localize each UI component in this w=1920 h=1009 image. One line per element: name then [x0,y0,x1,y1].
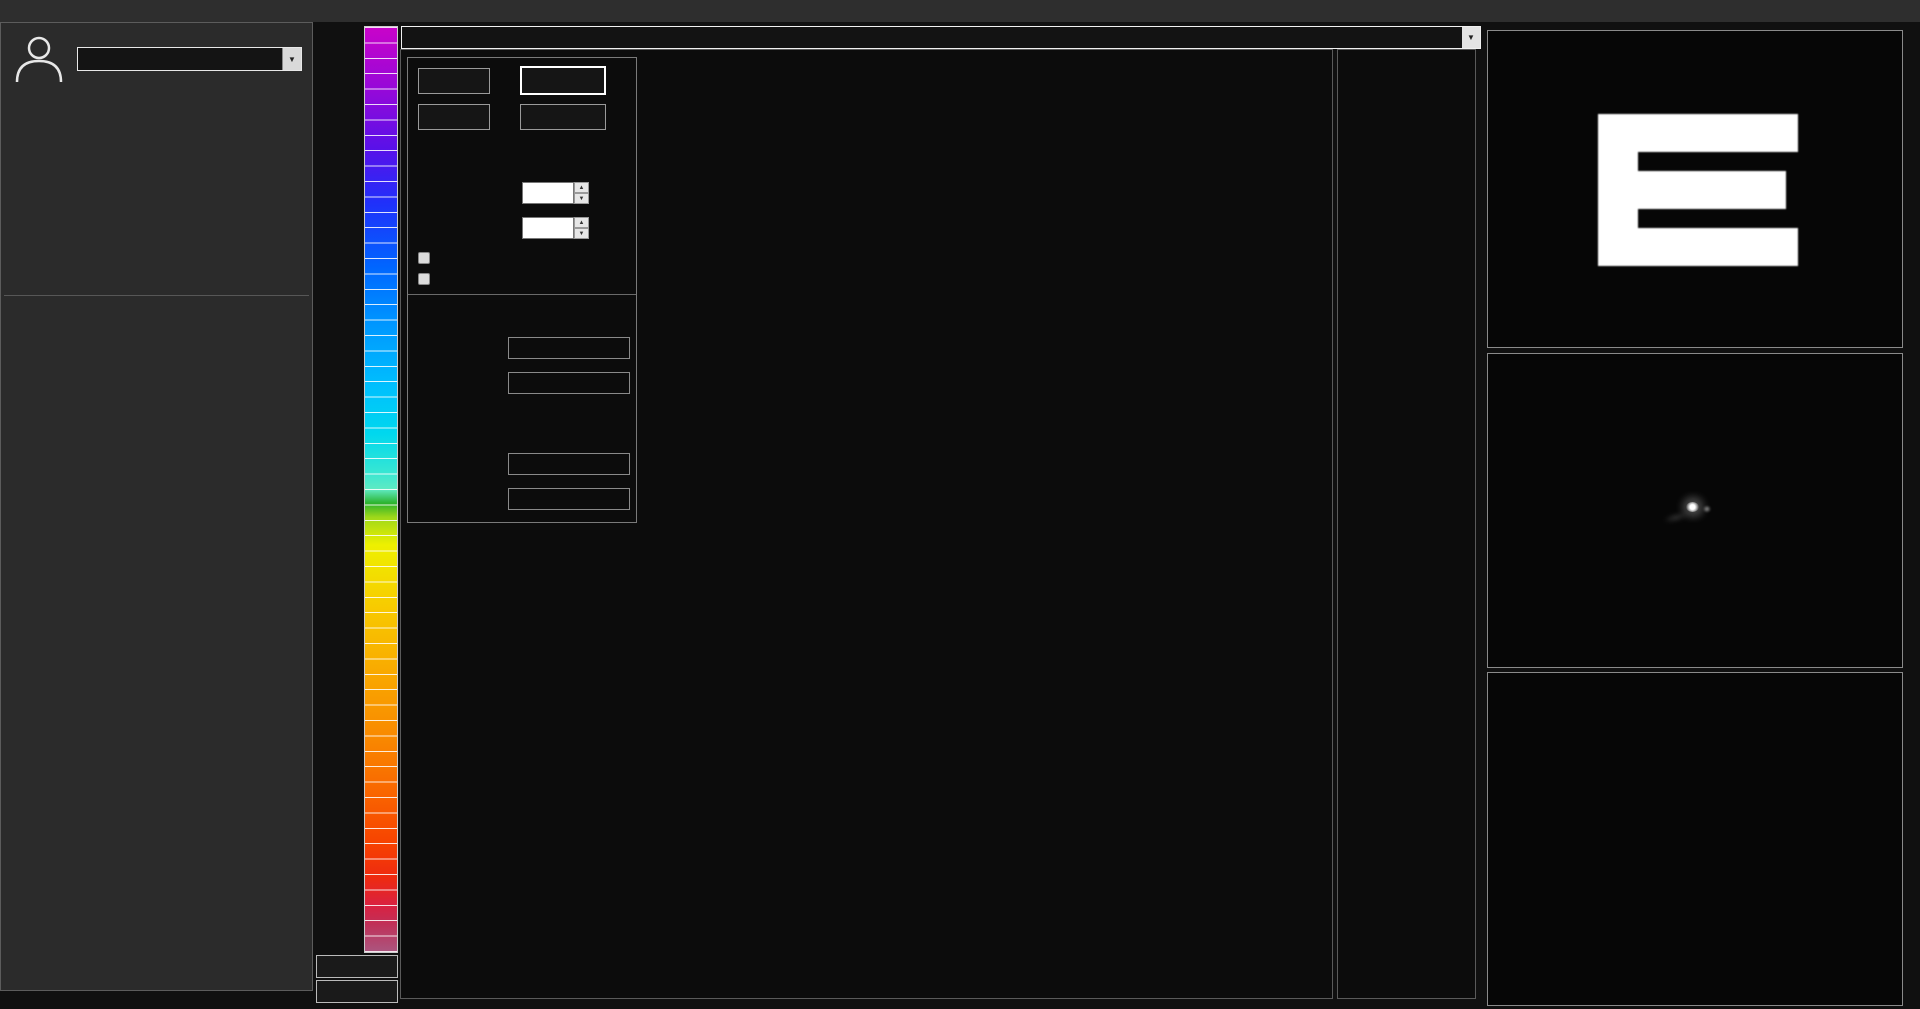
mtf-chart [1488,673,1902,973]
dia-down-button[interactable]: ▼ [574,228,589,239]
dia-up-button[interactable]: ▲ [574,217,589,228]
zernike-coefficient-list [1337,49,1476,999]
order-down-button[interactable]: ▼ [574,193,589,204]
scotopic-checkbox[interactable] [418,273,430,285]
sidebar-divider [4,295,309,296]
rms-value [508,488,630,510]
photopic-checkbox-row[interactable] [418,252,437,264]
loa-button[interactable] [418,68,490,94]
aberration-controls-box: ▲ ▼ ▲ ▼ [407,57,637,523]
psf-streak [1664,511,1689,524]
photopic-checkbox[interactable] [418,252,430,264]
all-off-button[interactable] [520,104,606,130]
aberration-main-panel: ▲ ▼ ▲ ▼ [400,49,1333,999]
hoa-button[interactable] [520,66,606,95]
aberration-filter-dropdown[interactable]: ▼ [401,26,1481,49]
mean-value [508,453,630,475]
retinal-image-panel [1487,30,1903,348]
psf-spot [1686,502,1699,512]
sidebar: ▼ [0,22,313,991]
scale-unit-button[interactable] [316,955,398,978]
retinal-letter-e [1598,114,1798,266]
scale-mode-button[interactable] [316,980,398,1003]
tpos-value [508,372,630,394]
order-up-button[interactable]: ▲ [574,182,589,193]
menu-bar [0,0,1920,22]
chevron-down-icon[interactable]: ▼ [1462,27,1480,48]
scotopic-checkbox-row[interactable] [418,273,437,285]
patient-avatar-icon [13,33,65,90]
all-on-button[interactable] [418,104,490,130]
order-input[interactable] [522,182,574,204]
psf-panel [1487,353,1903,668]
scan-selector-dropdown[interactable]: ▼ [77,47,302,71]
dia-spinner: ▲ ▼ [522,217,589,239]
psf-sidelobe [1703,506,1711,512]
rpos-value [508,337,630,359]
controls-divider [408,294,636,295]
color-scale-gradient [364,26,398,953]
chevron-down-icon[interactable]: ▼ [282,48,301,70]
dia-input[interactable] [522,217,574,239]
mtf-panel [1487,672,1903,1006]
order-spinner: ▲ ▼ [522,182,589,204]
